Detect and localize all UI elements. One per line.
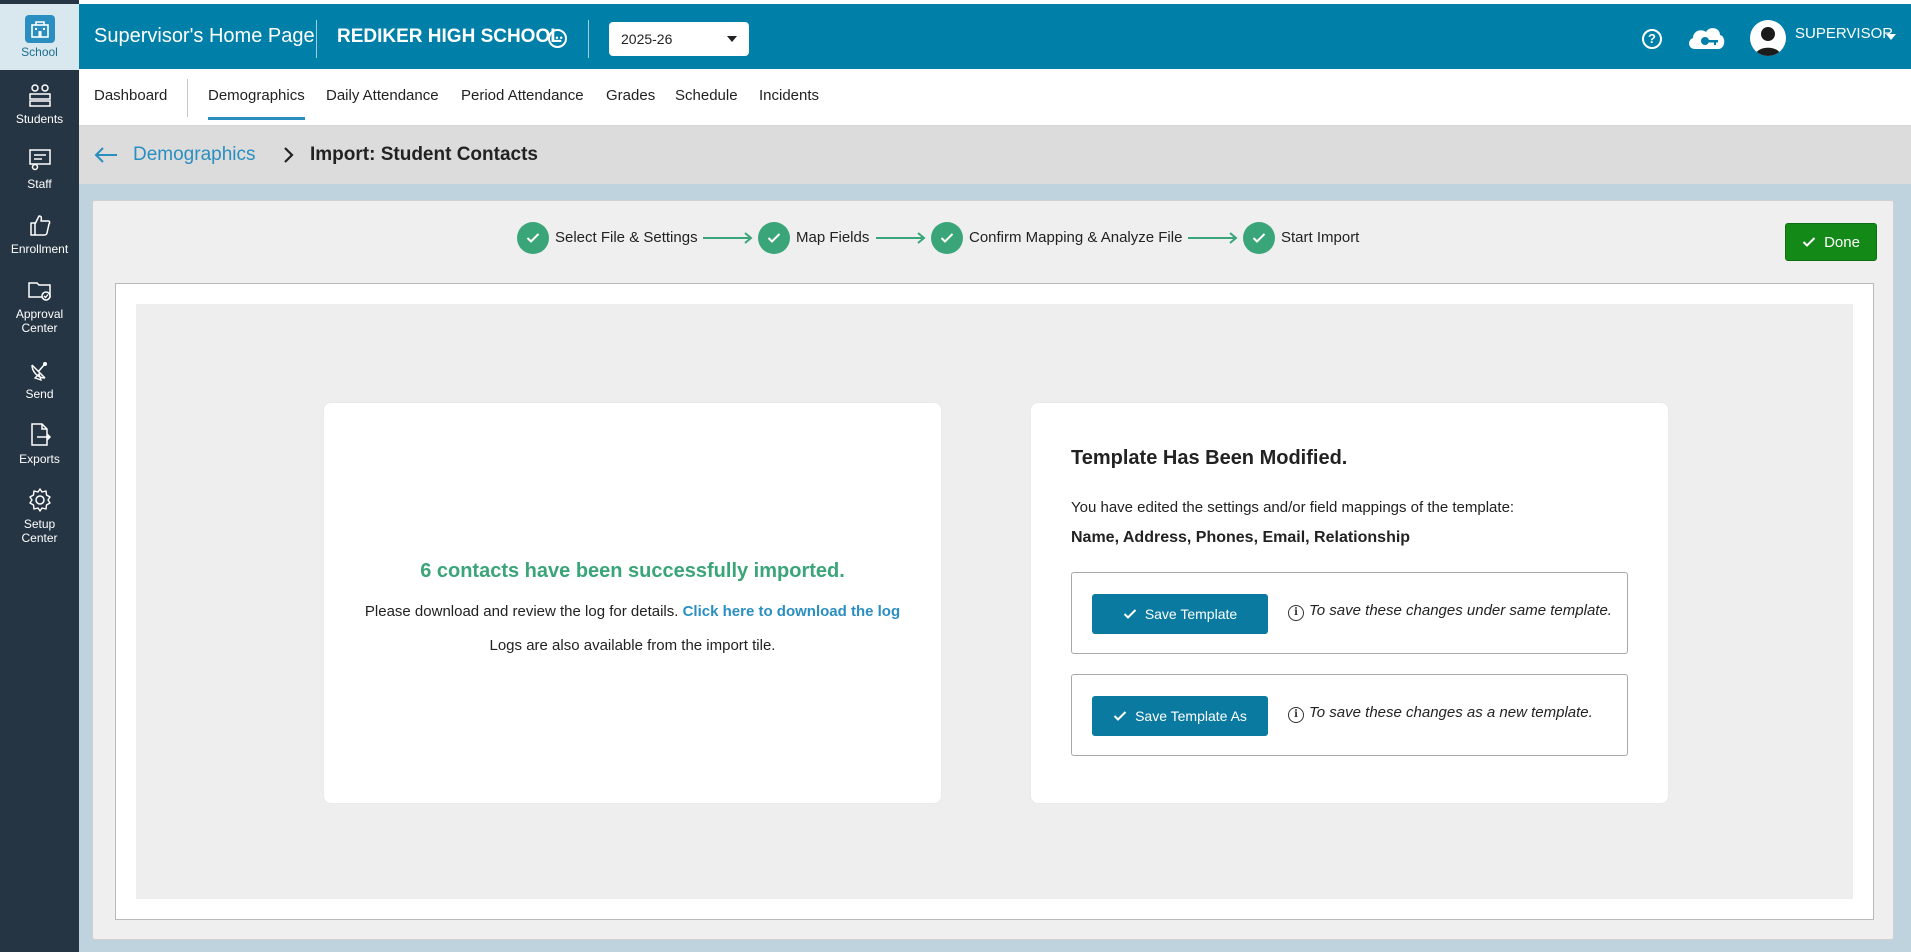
info-icon: i (1288, 605, 1304, 621)
tab-demographics[interactable]: Demographics (208, 76, 305, 120)
sidebar-item-setup-center[interactable]: Setup Center (0, 485, 79, 545)
check-circle-icon (931, 222, 963, 254)
sidebar-item-enrollment[interactable]: Enrollment (0, 210, 79, 256)
sidebar-item-label: Approval Center (15, 307, 64, 335)
save-template-as-hint: To save these changes as a new template. (1309, 704, 1593, 721)
sidebar-item-label: School (21, 45, 58, 59)
page-title: Import: Student Contacts (310, 144, 538, 165)
caret-down-icon (727, 36, 737, 42)
save-template-option: Save Template i To save these changes un… (1071, 572, 1628, 654)
sidebar-item-approval-center[interactable]: Approval Center (0, 275, 79, 335)
result-container: 6 contacts have been successfully import… (115, 283, 1874, 920)
check-icon (1123, 609, 1137, 619)
more-options-icon[interactable]: ••• (548, 29, 567, 48)
staff-icon (25, 145, 55, 175)
template-modified-card: Template Has Been Modified. You have edi… (1031, 403, 1668, 803)
school-icon (24, 15, 55, 43)
breadcrumb: Demographics Import: Student Contacts (79, 126, 1911, 184)
sidebar-item-label: Exports (19, 452, 60, 466)
back-arrow-icon[interactable] (93, 144, 119, 166)
sidebar-item-staff[interactable]: Staff (0, 145, 79, 191)
import-result-card: 6 contacts have been successfully import… (324, 403, 941, 803)
done-button[interactable]: Done (1785, 223, 1877, 261)
avatar[interactable] (1750, 20, 1786, 56)
step-start-import: Start Import (1281, 229, 1360, 246)
check-circle-icon (517, 222, 549, 254)
cloud-key-icon[interactable] (1685, 24, 1727, 52)
save-template-hint: To save these changes under same templat… (1309, 602, 1612, 619)
review-message: Please download and review the log for d… (324, 603, 941, 620)
step-select-file: Select File & Settings (555, 229, 698, 246)
result-background: 6 contacts have been successfully import… (136, 304, 1853, 899)
check-circle-icon (758, 222, 790, 254)
import-stepper: Select File & Settings Map Fields Confir… (93, 201, 1893, 281)
save-template-as-button[interactable]: Save Template As (1092, 696, 1268, 736)
tab-grades[interactable]: Grades (606, 69, 655, 126)
step-map-fields: Map Fields (796, 229, 870, 246)
sidebar: School Students Staff Enrollment Approva… (0, 0, 79, 952)
save-template-label: Save Template (1144, 606, 1238, 622)
chevron-right-icon (279, 146, 297, 164)
students-icon (25, 80, 55, 110)
save-template-as-label: Save Template As (1135, 708, 1247, 724)
tab-period-attendance[interactable]: Period Attendance (461, 69, 584, 126)
tab-incidents[interactable]: Incidents (759, 69, 819, 126)
step-confirm-mapping: Confirm Mapping & Analyze File (969, 229, 1183, 246)
template-title: Template Has Been Modified. (1071, 447, 1348, 469)
template-description: You have edited the settings and/or fiel… (1071, 499, 1515, 516)
tab-dashboard[interactable]: Dashboard (94, 69, 167, 126)
app-title[interactable]: Supervisor's Home Page (94, 4, 315, 69)
file-export-icon (25, 420, 55, 450)
review-text: Please download and review the log for d… (364, 603, 679, 620)
school-name: REDIKER HIGH SCHOOL (337, 26, 562, 47)
user-name[interactable]: SUPERVISOR (1795, 4, 1893, 69)
breadcrumb-demographics-link[interactable]: Demographics (133, 126, 256, 184)
sidebar-item-school[interactable]: School (0, 4, 79, 70)
school-year-value: 2025-26 (621, 31, 673, 47)
thumbs-up-icon (25, 210, 55, 240)
save-template-button[interactable]: Save Template (1092, 594, 1268, 634)
content-area: Select File & Settings Map Fields Confir… (79, 184, 1911, 952)
save-template-as-option: Save Template As i To save these changes… (1071, 674, 1628, 756)
divider (588, 20, 589, 58)
success-message: 6 contacts have been successfully import… (420, 560, 845, 582)
sidebar-item-label: Students (15, 112, 64, 126)
done-label: Done (1824, 233, 1860, 251)
tab-daily-attendance[interactable]: Daily Attendance (326, 69, 439, 126)
sidebar-item-label: Enrollment (10, 242, 69, 256)
arrow-right-icon (876, 232, 926, 244)
check-circle-icon (1243, 222, 1275, 254)
sidebar-item-students[interactable]: Students (0, 80, 79, 126)
sidebar-item-label: Staff (27, 177, 52, 191)
check-icon (1802, 237, 1816, 247)
sidebar-item-label: Setup Center (21, 517, 58, 545)
import-panel: Select File & Settings Map Fields Confir… (92, 200, 1894, 940)
arrow-right-icon (703, 232, 753, 244)
sidebar-item-label: Send (25, 387, 54, 401)
divider (316, 20, 317, 58)
info-icon: i (1288, 707, 1304, 723)
satellite-dish-icon (25, 355, 55, 385)
top-bar: Supervisor's Home Page REDIKER HIGH SCHO… (79, 4, 1911, 69)
divider (187, 79, 188, 117)
sidebar-item-exports[interactable]: Exports (0, 420, 79, 466)
download-log-link[interactable]: Click here to download the log (683, 603, 901, 620)
arrow-right-icon (1188, 232, 1238, 244)
help-icon[interactable]: ? (1642, 29, 1662, 49)
sidebar-item-send[interactable]: Send (0, 355, 79, 401)
template-fields: Name, Address, Phones, Email, Relationsh… (1071, 529, 1411, 546)
logs-note: Logs are also available from the import … (489, 637, 776, 654)
gear-icon (25, 485, 55, 515)
module-nav: Dashboard Demographics Daily Attendance … (79, 69, 1911, 126)
folder-check-icon (25, 275, 55, 305)
tab-schedule[interactable]: Schedule (675, 69, 738, 126)
caret-down-icon[interactable] (1886, 34, 1896, 40)
check-icon (1113, 711, 1127, 721)
school-year-select[interactable]: 2025-26 (609, 22, 749, 56)
